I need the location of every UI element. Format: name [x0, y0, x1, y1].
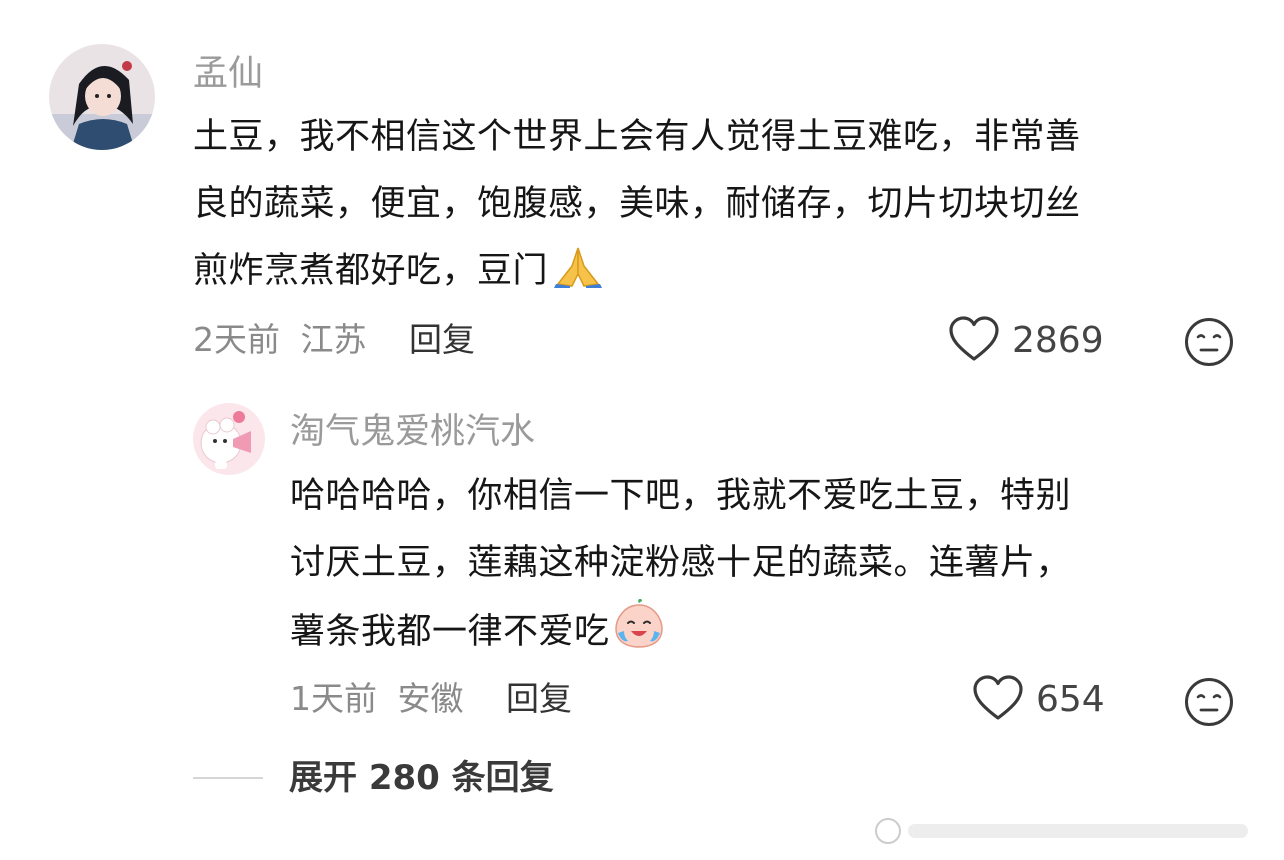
- comment-time: 2天前: [193, 320, 280, 359]
- comment-meta: 2天前 江苏 回复: [193, 320, 475, 360]
- reply-time: 1天前: [290, 679, 377, 718]
- neutral-face-icon[interactable]: [1184, 677, 1234, 731]
- watermark: [872, 814, 1262, 848]
- expand-replies-label[interactable]: 展开 280 条回复: [289, 758, 554, 798]
- comment-username[interactable]: 孟仙: [193, 54, 263, 94]
- folded-hands-emoji: [550, 244, 606, 311]
- comment-like-count: 2869: [1012, 320, 1104, 361]
- heart-outline-icon: [948, 316, 1000, 366]
- comment-content-text: 良的蔬菜，便宜，饱腹感，美味，耐储存，切片切块切丝: [193, 184, 1081, 224]
- reply-username[interactable]: 淘气鬼爱桃汽水: [290, 412, 535, 452]
- comment-content: 土豆，我不相信这个世界上会有人觉得土豆难吃，非常善 良的蔬菜，便宜，饱腹感，美味…: [193, 104, 1081, 311]
- comment-location: 江苏: [300, 320, 367, 359]
- reply-content: 哈哈哈哈，你相信一下吧，我就不爱吃土豆，特别 讨厌土豆，莲藕这种淀粉感十足的蔬菜…: [290, 463, 1071, 672]
- reply-content-line: 哈哈哈哈，你相信一下吧，我就不爱吃土豆，特别: [290, 476, 1072, 516]
- expand-divider: [193, 777, 263, 779]
- expand-replies[interactable]: 展开 280 条回复: [193, 758, 554, 798]
- comment-content-line: 土豆，我不相信这个世界上会有人觉得土豆难吃，非常善: [193, 117, 1081, 157]
- neutral-face-icon[interactable]: [1184, 317, 1234, 371]
- reply-like-button[interactable]: 654: [972, 675, 1105, 725]
- comment-content-line: 煎炸烹煮都好吃，豆门: [193, 238, 1081, 311]
- avatar-main[interactable]: [49, 44, 155, 150]
- reply-meta: 1天前 安徽 回复: [290, 679, 572, 719]
- crying-laughing-peach-emoji: [612, 597, 666, 672]
- avatar-reply[interactable]: [193, 403, 265, 475]
- comment-content-text: 煎炸烹煮都好吃，豆门: [193, 251, 549, 291]
- comment-content-line: 良的蔬菜，便宜，饱腹感，美味，耐储存，切片切块切丝: [193, 171, 1081, 238]
- reply-like-count: 654: [1036, 679, 1105, 720]
- reply-location: 安徽: [397, 679, 464, 718]
- reply-content-line: 薯条我都一律不爱吃: [290, 597, 1071, 672]
- reply-content-line: 讨厌土豆，莲藕这种淀粉感十足的蔬菜。连薯片，: [290, 543, 1072, 583]
- comment-reply-button[interactable]: 回复: [409, 320, 475, 359]
- reply-content-text: 薯条我都一律不爱吃: [290, 612, 610, 652]
- reply-reply-button[interactable]: 回复: [506, 679, 572, 718]
- comment-like-button[interactable]: 2869: [948, 316, 1104, 366]
- heart-outline-icon: [972, 675, 1024, 725]
